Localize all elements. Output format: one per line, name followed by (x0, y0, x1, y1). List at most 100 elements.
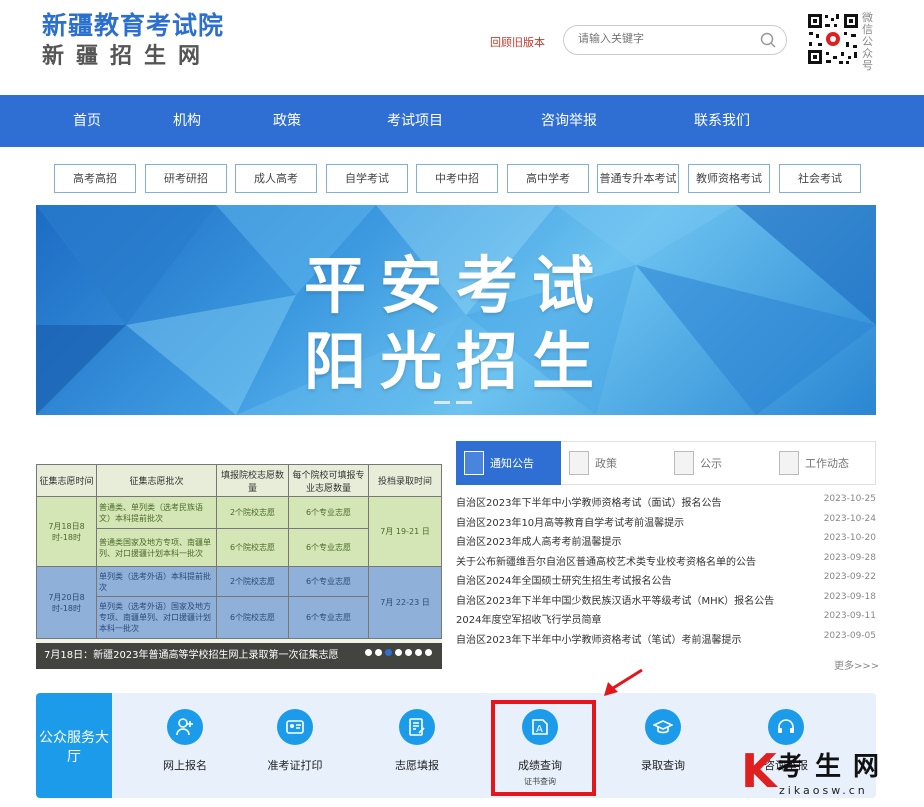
search-icon[interactable] (760, 32, 776, 48)
table-cell: 单列类（选考外语）国家及地方专项、南疆单列、对口援疆计划本科一批次 (96, 596, 217, 639)
qr-label: 微信公众号 (862, 11, 873, 72)
news-item[interactable]: 自治区2024年全国硕士研究生招生考试报名公告 2023-09-22 (456, 572, 876, 591)
nav-contact-us[interactable]: 联系我们 (685, 95, 759, 147)
watermark-logo: K 考生网 zikaosw.cn (741, 742, 921, 804)
exam-tab-gaokao[interactable]: 高考高招 (54, 164, 136, 193)
id-card-icon (286, 720, 304, 734)
news-title[interactable]: 自治区2023年下半年中国少数民族汉语水平等级考试（MHK）报名公告 (456, 592, 774, 607)
exam-tab-social[interactable]: 社会考试 (779, 164, 861, 193)
watermark-letter: K (741, 744, 777, 798)
tab-label: 工作动态 (805, 457, 849, 470)
tab-policy[interactable]: 政策 (561, 441, 666, 485)
table-cell: 6个专业志愿 (288, 496, 369, 529)
slider-dot[interactable] (395, 649, 402, 656)
news-item[interactable]: 自治区2023年下半年中小学教师资格考试（笔试）考前温馨提示 2023-09-05 (456, 631, 876, 650)
table-cell: 6个专业志愿 (288, 596, 369, 639)
service-label: 准考证打印 (267, 759, 323, 772)
search-input[interactable] (578, 32, 758, 45)
page: 新疆教育考试院 新疆招生网 回顾旧版本 微信公众号 首页 机构 政策 考试项目 (0, 0, 924, 807)
news-item[interactable]: 关于公布新疆维吾尔自治区普通高校艺术类专业校考资格名单的公告 2023-09-28 (456, 553, 876, 572)
slider-dot[interactable] (405, 649, 412, 656)
work-news-icon (779, 451, 799, 475)
news-date: 2023-09-05 (823, 630, 876, 641)
nav-consult-report[interactable]: 咨询举报 (532, 95, 606, 147)
banner-indicator[interactable] (434, 401, 450, 404)
news-title[interactable]: 自治区2024年全国硕士研究生招生考试报名公告 (456, 572, 671, 587)
watermark-url: zikaosw.cn (779, 784, 868, 797)
news-date: 2023-09-22 (823, 572, 876, 582)
service-admission-ticket[interactable]: 准考证打印 (250, 709, 340, 773)
news-title[interactable]: 自治区2023年成人高考考前温馨提示 (456, 533, 621, 548)
headset-icon (778, 719, 794, 733)
table-cell: 普通类国家及地方专项、南疆单列、对口援疆计划本科一批次 (96, 528, 217, 567)
exam-tab-zhongkao[interactable]: 中考中招 (416, 164, 498, 193)
logo-title: 新疆教育考试院 (42, 11, 225, 40)
tab-work-news[interactable]: 工作动态 (771, 441, 876, 485)
news-item[interactable]: 自治区2023年成人高考考前温馨提示 2023-10-20 (456, 533, 876, 552)
exam-tab-upgrade[interactable]: 普通专升本考试 (597, 164, 679, 193)
table-cell: 7月18日8时-18时 (36, 496, 97, 567)
policy-icon (569, 451, 589, 475)
news-image-slider[interactable]: 征集志愿时间 征集志愿批次 填报院校志愿数量 每个院校可填报专业志愿数量 投档录… (36, 464, 442, 669)
news-title[interactable]: 自治区2023年下半年中小学教师资格考试（面试）报名公告 (456, 494, 721, 509)
nav-policy[interactable]: 政策 (258, 95, 316, 147)
exam-tab-graduate[interactable]: 研考研招 (145, 164, 227, 193)
banner-slogan-line2: 阳光招生 (303, 325, 608, 398)
notice-icon (464, 451, 484, 475)
service-label: 录取查询 (641, 759, 685, 772)
slider-dot[interactable] (425, 649, 432, 656)
hero-banner[interactable]: 平安考试 阳光招生 (36, 205, 876, 415)
nav-exam-projects[interactable]: 考试项目 (378, 95, 452, 147)
exam-tab-adult[interactable]: 成人高考 (235, 164, 317, 193)
slider-dot[interactable] (415, 649, 422, 656)
news-date: 2023-09-28 (823, 552, 876, 563)
banner-indicator[interactable] (456, 401, 472, 404)
news-title[interactable]: 关于公布新疆维吾尔自治区普通高校艺术类专业校考资格名单的公告 (456, 553, 756, 568)
exam-tab-high-school[interactable]: 高中学考 (507, 164, 589, 193)
table-cell: 6个专业志愿 (288, 566, 369, 597)
nav-home[interactable]: 首页 (58, 95, 116, 147)
old-version-link[interactable]: 回顾旧版本 (490, 34, 545, 50)
nav-organization[interactable]: 机构 (158, 95, 216, 147)
more-news-link[interactable]: 更多>>> (834, 657, 879, 672)
table-cell: 6个院校志愿 (216, 528, 289, 567)
news-date: 2023-10-20 (823, 533, 876, 543)
news-title[interactable]: 自治区2023年下半年中小学教师资格考试（笔试）考前温馨提示 (456, 631, 741, 646)
graduation-cap-icon (653, 720, 673, 734)
service-label: 网上报名 (163, 759, 207, 772)
news-date: 2023-09-11 (823, 611, 876, 621)
news-item[interactable]: 2024年度空军招收飞行学员简章 2023-09-11 (456, 611, 876, 630)
exam-tab-teacher[interactable]: 教师资格考试 (688, 164, 770, 193)
news-title[interactable]: 自治区2023年10月高等教育自学考试考前温馨提示 (456, 514, 684, 529)
slider-dots (362, 641, 432, 660)
tab-publicity[interactable]: 公示 (666, 441, 771, 485)
table-cell: 单列类（选考外语）本科提前批次 (96, 566, 217, 597)
table-header: 投档录取时间 (368, 464, 442, 497)
table-cell: 7月 19-21 日 (368, 496, 442, 567)
site-logo[interactable]: 新疆教育考试院 新疆招生网 (42, 10, 224, 70)
news-tabs: 通知公告 政策 公示 工作动态 (456, 441, 876, 485)
service-volunteer-filling[interactable]: 志愿填报 (372, 709, 462, 773)
user-register-icon (176, 718, 193, 736)
service-admission-query[interactable]: 录取查询 (618, 709, 708, 773)
news-title[interactable]: 2024年度空军招收飞行学员简章 (456, 611, 601, 626)
table-cell: 2个院校志愿 (216, 566, 289, 597)
tab-label: 公示 (700, 457, 722, 470)
table-cell: 7月 22-23 日 (368, 566, 442, 639)
news-item[interactable]: 自治区2023年下半年中国少数民族汉语水平等级考试（MHK）报名公告 2023-0… (456, 592, 876, 611)
form-edit-icon (409, 718, 425, 736)
news-item[interactable]: 自治区2023年下半年中小学教师资格考试（面试）报名公告 2023-10-25 (456, 494, 876, 513)
table-header: 征集志愿时间 (36, 464, 97, 497)
main-nav: 首页 机构 政策 考试项目 咨询举报 联系我们 (0, 95, 924, 147)
slider-dot[interactable] (365, 649, 372, 656)
logo-subtitle: 新疆招生网 (42, 43, 213, 69)
service-online-registration[interactable]: 网上报名 (140, 709, 230, 773)
slider-dot[interactable] (385, 649, 392, 656)
slider-dot[interactable] (375, 649, 382, 656)
exam-tab-self-study[interactable]: 自学考试 (326, 164, 408, 193)
table-header: 每个院校可填报专业志愿数量 (288, 464, 369, 497)
service-label: 志愿填报 (395, 759, 439, 772)
tab-notice[interactable]: 通知公告 (456, 441, 561, 485)
news-item[interactable]: 自治区2023年10月高等教育自学考试考前温馨提示 2023-10-24 (456, 514, 876, 533)
table-header: 填报院校志愿数量 (216, 464, 289, 497)
